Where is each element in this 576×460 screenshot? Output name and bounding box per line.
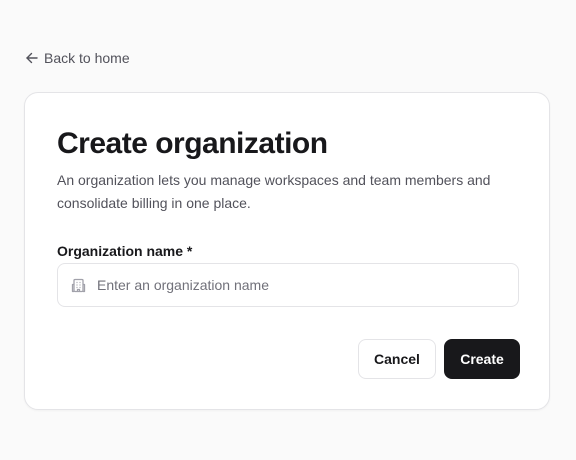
create-button[interactable]: Create [444,339,520,379]
cancel-button[interactable]: Cancel [358,339,436,379]
building-icon [70,277,87,294]
create-organization-card: Create organization An organization lets… [24,92,550,410]
page-title: Create organization [57,127,328,160]
back-to-home-link[interactable]: Back to home [25,49,130,67]
arrow-left-icon [25,51,39,65]
organization-name-input[interactable] [58,264,518,306]
organization-name-label: Organization name * [57,243,193,259]
organization-name-field[interactable] [57,263,519,307]
back-to-home-label: Back to home [44,50,130,66]
form-description: An organization lets you manage workspac… [57,172,491,211]
